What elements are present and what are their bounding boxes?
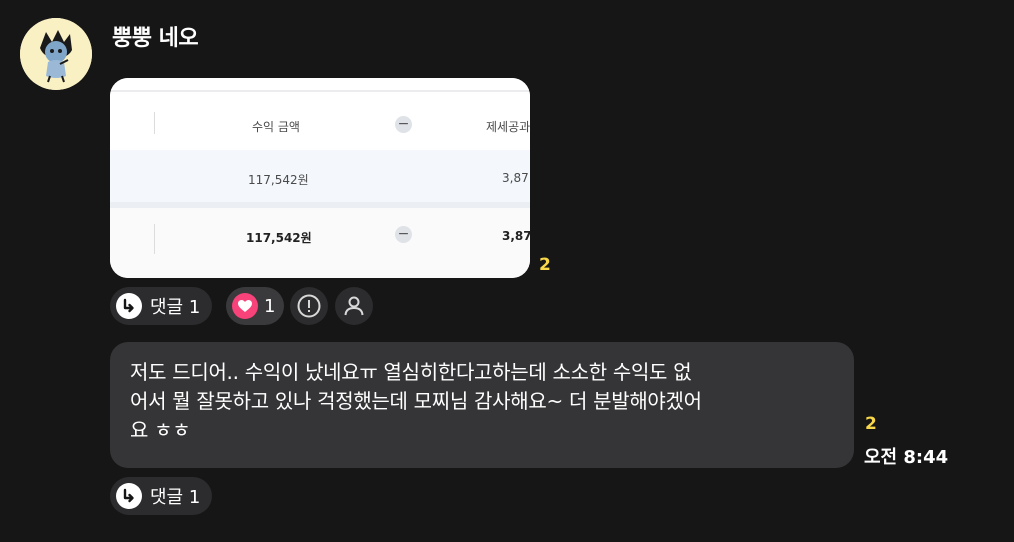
unread-count: 2	[865, 414, 877, 434]
table-cell-revenue: 117,542원	[248, 173, 309, 187]
sender-name: 뿡뿡 네오	[112, 26, 199, 51]
table-total-tax: 3,87	[502, 229, 530, 243]
reply-arrow-icon	[116, 483, 142, 509]
comment-button[interactable]: 댓글 1	[110, 477, 213, 515]
table-cell-tax: 3,87	[502, 171, 529, 185]
table-header-revenue: 수익 금액	[252, 120, 300, 134]
text-message[interactable]: 저도 드디어.. 수익이 났네요ㅠ 열심히한다고하는데 소소한 수익도 없 어서…	[110, 342, 854, 468]
heart-icon	[232, 293, 258, 319]
message-line: 어서 뭘 잘못하고 있나 걱정했는데 모찌님 감사해요~ 더 분발해야겠어	[130, 389, 702, 413]
message-line: 요 ㅎㅎ	[130, 418, 191, 442]
message-time: 오전 8:44	[864, 447, 949, 468]
like-button[interactable]: 1	[226, 287, 285, 325]
image-message[interactable]: 수익 금액 − 제세공과 117,542원 3,87 117,542원 − 3,…	[110, 78, 530, 278]
report-button[interactable]	[290, 287, 328, 325]
person-icon	[344, 296, 364, 316]
reply-arrow-icon	[116, 293, 142, 319]
comment-label: 댓글 1	[150, 487, 201, 508]
table-total-revenue: 117,542원	[246, 231, 312, 245]
exclamation-circle-icon	[297, 294, 321, 318]
minus-icon: −	[395, 116, 412, 133]
profile-button[interactable]	[335, 287, 373, 325]
table-header-tax: 제세공과	[486, 120, 530, 134]
unread-count: 2	[539, 255, 551, 275]
neo-character-icon	[20, 18, 92, 90]
minus-icon: −	[395, 226, 412, 243]
comment-label: 댓글 1	[150, 297, 201, 318]
message-line: 저도 드디어.. 수익이 났네요ㅠ 열심히한다고하는데 소소한 수익도 없	[130, 360, 692, 384]
comment-button[interactable]: 댓글 1	[110, 287, 213, 325]
sender-avatar[interactable]	[20, 18, 92, 90]
like-count: 1	[264, 295, 276, 317]
